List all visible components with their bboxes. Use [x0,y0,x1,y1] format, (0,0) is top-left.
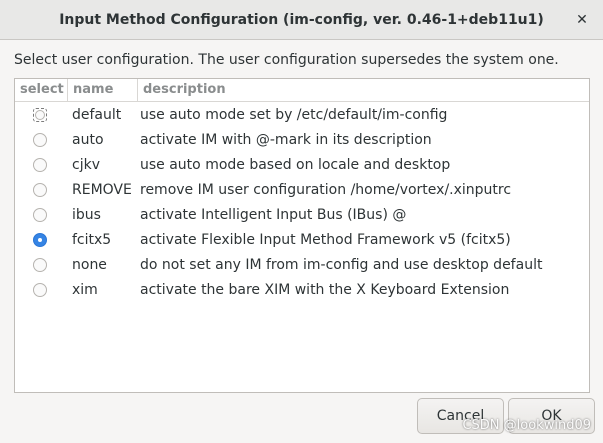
table-row[interactable]: none do not set any IM from im-config and… [15,253,589,278]
row-name: xim [72,282,98,298]
table-row[interactable]: default use auto mode set by /etc/default… [15,103,589,128]
config-table: select name description default use auto … [14,78,590,393]
row-description: use auto mode set by /etc/default/im-con… [140,107,448,123]
radio-button[interactable] [33,258,47,272]
table-row[interactable]: fcitx5 activate Flexible Input Method Fra… [15,228,589,253]
row-description: activate the bare XIM with the X Keyboar… [140,282,510,298]
radio-button[interactable] [33,283,47,297]
table-row[interactable]: ibus activate Intelligent Input Bus (IBus… [15,203,589,228]
table-row[interactable]: xim activate the bare XIM with the X Keyb… [15,278,589,303]
row-name: cjkv [72,157,100,173]
radio-button[interactable] [33,158,47,172]
row-description: remove IM user configuration /home/vorte… [140,182,512,198]
row-name: fcitx5 [72,232,112,248]
row-name: REMOVE [72,182,132,198]
row-description: activate Flexible Input Method Framework… [140,232,511,248]
table-row[interactable]: REMOVE remove IM user configuration /home… [15,178,589,203]
watermark: CSDN @lookwind09 [462,418,591,433]
row-name: default [72,107,122,123]
instruction-text: Select user configuration. The user conf… [14,52,559,68]
column-header-description[interactable]: description [137,79,589,101]
close-icon[interactable]: ✕ [571,9,593,31]
row-description: use auto mode based on locale and deskto… [140,157,451,173]
column-header-name[interactable]: name [67,79,137,101]
radio-button[interactable] [33,233,47,247]
table-row[interactable]: auto activate IM with @-mark in its descr… [15,128,589,153]
row-description: activate IM with @-mark in its descripti… [140,132,432,148]
radio-button[interactable] [33,183,47,197]
table-header: select name description [15,79,589,102]
row-description: do not set any IM from im-config and use… [140,257,543,273]
column-header-select[interactable]: select [15,79,67,101]
radio-button[interactable] [33,208,47,222]
row-name: none [72,257,107,273]
radio-button[interactable] [33,108,47,122]
radio-button[interactable] [33,133,47,147]
table-row[interactable]: cjkv use auto mode based on locale and de… [15,153,589,178]
title-bar: Input Method Configuration (im-config, v… [0,0,603,40]
window-title: Input Method Configuration (im-config, v… [59,12,544,28]
row-name: auto [72,132,104,148]
table-body: default use auto mode set by /etc/default… [15,103,589,303]
row-description: activate Intelligent Input Bus (IBus) @ [140,207,407,223]
row-name: ibus [72,207,101,223]
